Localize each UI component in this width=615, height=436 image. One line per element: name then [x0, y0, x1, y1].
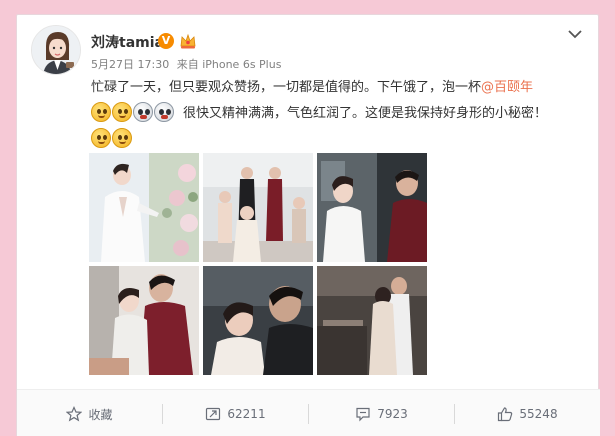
post-date[interactable]: 5月27日 17:30 [91, 58, 169, 71]
post-text-part1: 忙碌了一天，但只要观众赞扬，一切都是值得的。下午饿了，泡一杯 [91, 80, 482, 95]
post-meta: 5月27日 17:30 来自 iPhone 6s Plus [91, 56, 285, 72]
favorite-button[interactable]: 收藏 [17, 390, 162, 436]
username[interactable]: 刘涛tamia [91, 32, 164, 52]
favorite-label: 收藏 [88, 407, 113, 422]
photo-thumbnail[interactable] [89, 153, 199, 262]
thumbs-up-icon [498, 407, 513, 422]
blush-emoji-icon [112, 102, 132, 122]
photo-thumbnail[interactable] [317, 153, 427, 262]
mention-link[interactable]: @百颐年 [481, 80, 533, 95]
weibo-post-card: 刘涛tamia V 5月27日 17:30 来自 iPhone 6s Plus … [16, 14, 600, 436]
star-icon [66, 406, 83, 422]
repost-button[interactable]: 62211 [163, 390, 308, 436]
photo-thumbnail[interactable] [203, 153, 313, 262]
post-text: 忙碌了一天，但只要观众赞扬，一切都是值得的。下午饿了，泡一杯@百颐年 很快又精神… [91, 75, 587, 153]
post-source: 来自 iPhone 6s Plus [176, 58, 282, 71]
comment-count: 7923 [377, 407, 408, 421]
photo-thumbnail[interactable] [317, 266, 427, 375]
blush-emoji-icon [91, 128, 111, 148]
like-count: 55248 [519, 407, 558, 421]
comment-button[interactable]: 7923 [309, 390, 454, 436]
post-text-part2: 很快又精神满满，气色红润了。这便是我保持好身形的小秘密！ [183, 106, 548, 121]
vip-crown-icon [180, 33, 196, 49]
blush-emoji-icon [91, 102, 111, 122]
verified-badge-icon: V [158, 33, 174, 49]
blush-emoji-icon [112, 128, 132, 148]
photo-thumbnail[interactable] [203, 266, 313, 375]
repost-count: 62211 [227, 407, 266, 421]
photo-thumbnail[interactable] [89, 266, 199, 375]
shocked-emoji-icon [133, 102, 153, 122]
repost-icon [206, 407, 221, 421]
like-button[interactable]: 55248 [455, 390, 600, 436]
comment-icon [356, 407, 370, 422]
action-bar: 收藏 62211 7923 55248 [17, 389, 600, 436]
shocked-emoji-icon [154, 102, 174, 122]
chevron-down-icon[interactable] [566, 27, 584, 41]
avatar[interactable] [31, 25, 81, 75]
